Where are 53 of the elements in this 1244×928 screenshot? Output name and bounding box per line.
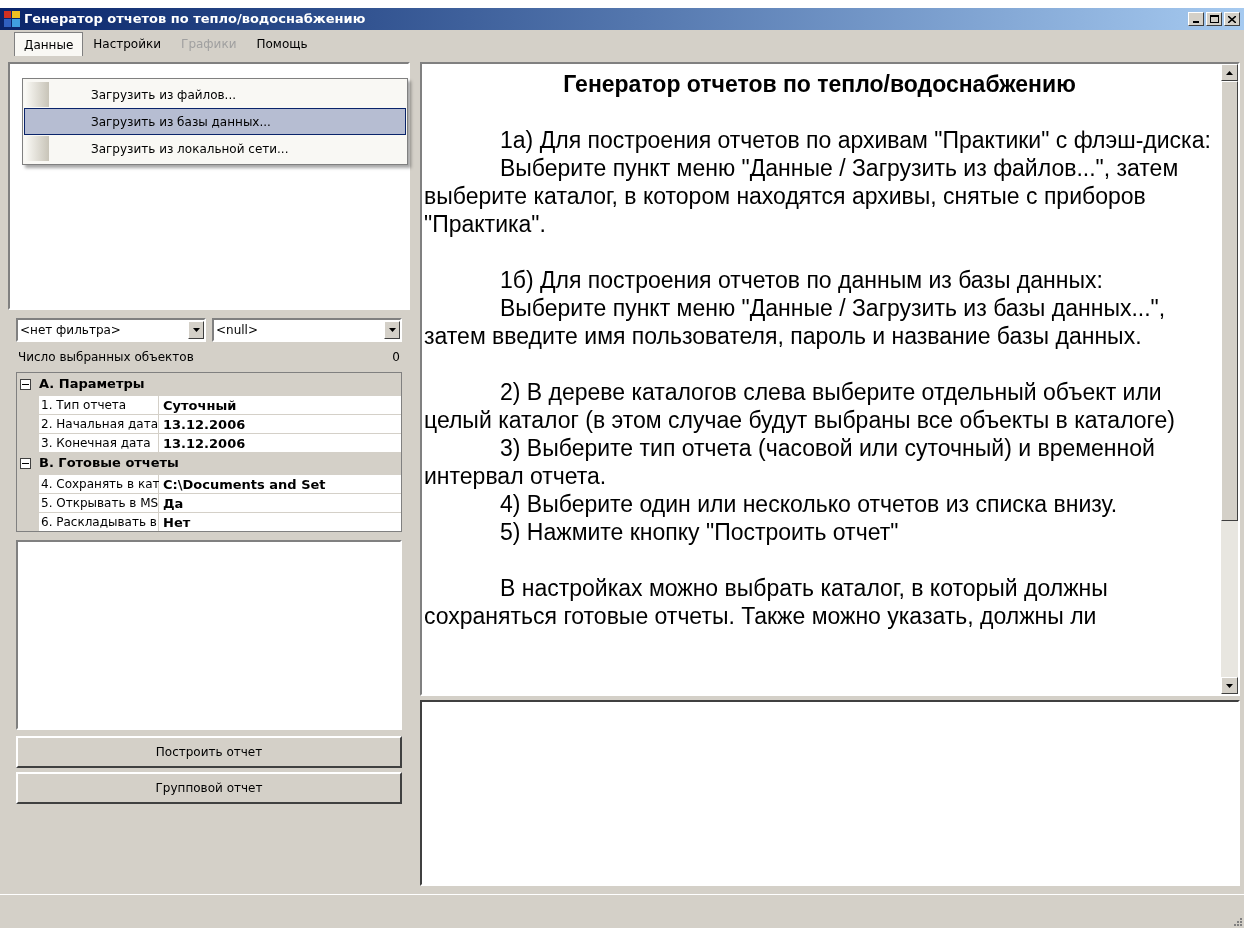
minimize-button[interactable] — [1188, 12, 1204, 26]
action-button[interactable]: Групповой отчет — [16, 772, 402, 804]
property-value[interactable]: 13.12.2006 — [159, 415, 401, 433]
property-name: 2. Начальная дата — [39, 415, 159, 433]
up-arrow-icon — [1226, 70, 1233, 75]
filter-dropdown[interactable]: <null> — [212, 318, 402, 342]
menu-item[interactable]: Помощь — [246, 32, 318, 56]
dropdown-arrow-icon — [192, 328, 200, 332]
help-paragraph: 4) Выберите один или несколько отчетов из списка внизу. — [499, 490, 1119, 518]
window-title: Генератор отчетов по тепло/водоснабжению — [24, 10, 366, 29]
scroll-up-button[interactable] — [1221, 64, 1238, 81]
property-value[interactable]: Да — [159, 494, 401, 512]
property-value[interactable]: Нет — [159, 513, 401, 531]
count-label: Число выбранных объектов — [18, 349, 194, 366]
filter-dropdown[interactable]: <нет фильтра> — [16, 318, 206, 342]
maximize-button[interactable] — [1206, 12, 1222, 26]
help-paragraph: 5) Нажмите кнопку "Построить отчет" — [499, 518, 900, 546]
category-label: B. Готовые отчеты — [39, 454, 179, 473]
menu-item[interactable]: Настройки — [83, 32, 172, 56]
help-paragraph: 2) В дереве каталогов слева выберите отдельный объект или целый каталог (в этом случае будут выбраны все объекты в каталоге) — [424, 378, 1176, 434]
property-value[interactable]: C:\Documents and Set — [159, 475, 401, 493]
down-arrow-icon — [1226, 683, 1233, 688]
property-value[interactable]: 13.12.2006 — [159, 434, 401, 452]
property-name: 5. Открывать в MS — [39, 494, 159, 512]
menu-entry[interactable]: Загрузить из базы данных... — [24, 108, 406, 135]
scrollbar[interactable] — [1221, 64, 1238, 694]
help-title: Генератор отчетов по тепло/водоснабжению — [562, 70, 1077, 98]
close-button[interactable] — [1224, 12, 1240, 26]
menu-item[interactable]: Данные — [14, 32, 84, 56]
help-paragraph: Выберите пункт меню "Данные / Загрузить из файлов...", затем выберите каталог, в котором находятся архивы, снятые с приборов "Практика". — [424, 154, 1180, 238]
help-paragraph: Выберите пункт меню "Данные / Загрузить из базы данных...", затем введите имя пользователя, пароль и название базы данных. — [424, 294, 1167, 350]
resize-grip-icon[interactable] — [1232, 916, 1242, 926]
property-value[interactable]: Суточный — [159, 396, 401, 414]
menu-entry[interactable]: Загрузить из файлов... — [24, 81, 406, 108]
help-paragraph: В настройках можно выбрать каталог, в который должны сохраняться готовые отчеты. Также можно указать, должны ли — [424, 574, 1109, 630]
property-name: 3. Конечная дата — [39, 434, 159, 452]
count-value: 0 — [392, 349, 400, 366]
help-paragraph: 1б) Для построения отчетов по данным из базы данных: — [499, 266, 1104, 294]
category-label: A. Параметры — [39, 375, 145, 394]
property-name: 6. Раскладывать в — [39, 513, 159, 531]
property-name: 4. Сохранять в кат — [39, 475, 159, 493]
scrollbar-thumb[interactable] — [1221, 81, 1238, 521]
menu-entry[interactable]: Загрузить из локальной сети... — [24, 135, 406, 162]
close-icon — [1228, 15, 1236, 23]
collapse-toggle[interactable] — [20, 457, 31, 469]
scroll-down-button[interactable] — [1221, 677, 1238, 694]
app-icon — [4, 11, 20, 27]
help-paragraph: 3) Выберите тип отчета (часовой или суточный) и временной интервал отчета. — [424, 434, 1156, 490]
action-button[interactable]: Построить отчет — [16, 736, 402, 768]
help-paragraph: 1а) Для построения отчетов по архивам "Практики" с флэш-диска: — [499, 126, 1212, 154]
dropdown-arrow-icon — [388, 328, 396, 332]
property-name: 1. Тип отчета — [39, 396, 159, 414]
collapse-toggle[interactable] — [20, 378, 31, 390]
